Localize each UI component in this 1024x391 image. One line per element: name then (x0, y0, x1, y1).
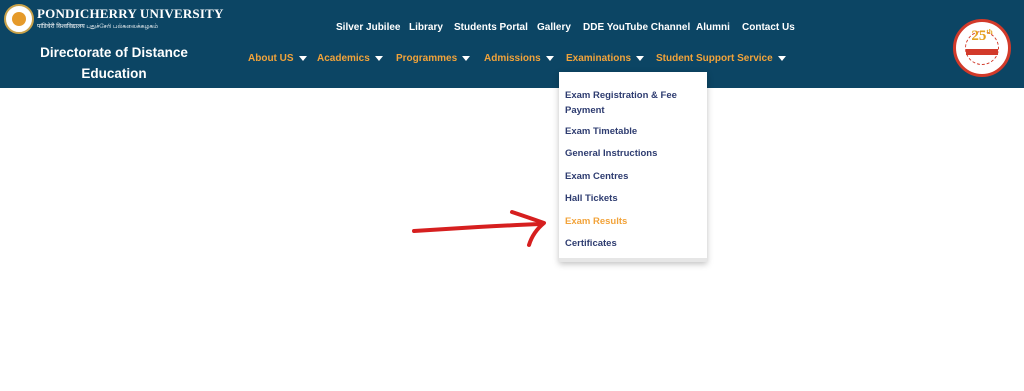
arrow-head (510, 210, 546, 247)
arrow-shaft (412, 222, 544, 233)
red-arrow-annotation (412, 210, 546, 247)
